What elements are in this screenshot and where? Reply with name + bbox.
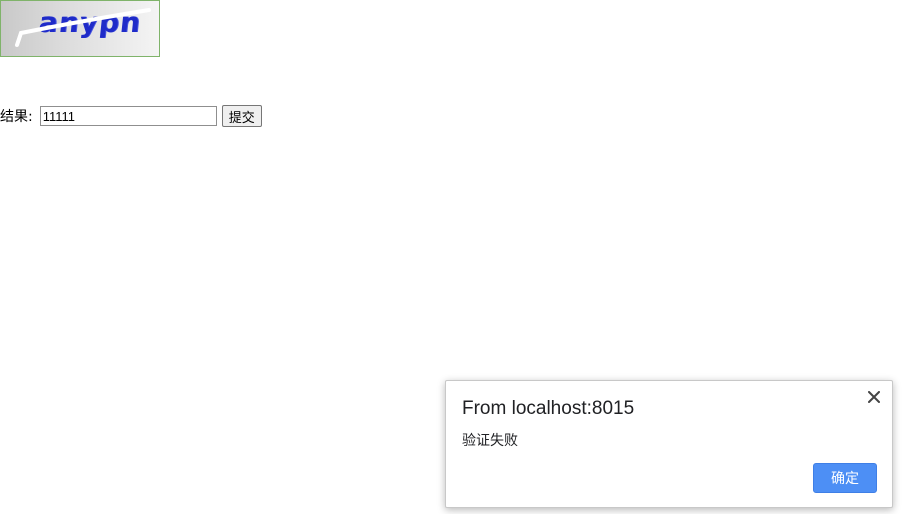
submit-button[interactable]: 提交 <box>221 105 262 127</box>
captcha-noise-line <box>15 8 151 47</box>
ok-button[interactable]: 确定 <box>813 463 877 493</box>
alert-dialog: From localhost:8015 验证失败 确定 <box>445 380 893 508</box>
result-label: 结果: <box>0 109 33 125</box>
captcha-image[interactable]: anypn <box>0 0 160 57</box>
dialog-origin: From localhost:8015 <box>462 398 635 419</box>
close-icon[interactable] <box>864 387 884 407</box>
dialog-message: 验证失败 <box>462 433 518 449</box>
result-form: 结果: 提交 <box>0 105 262 127</box>
result-input[interactable] <box>39 106 217 126</box>
